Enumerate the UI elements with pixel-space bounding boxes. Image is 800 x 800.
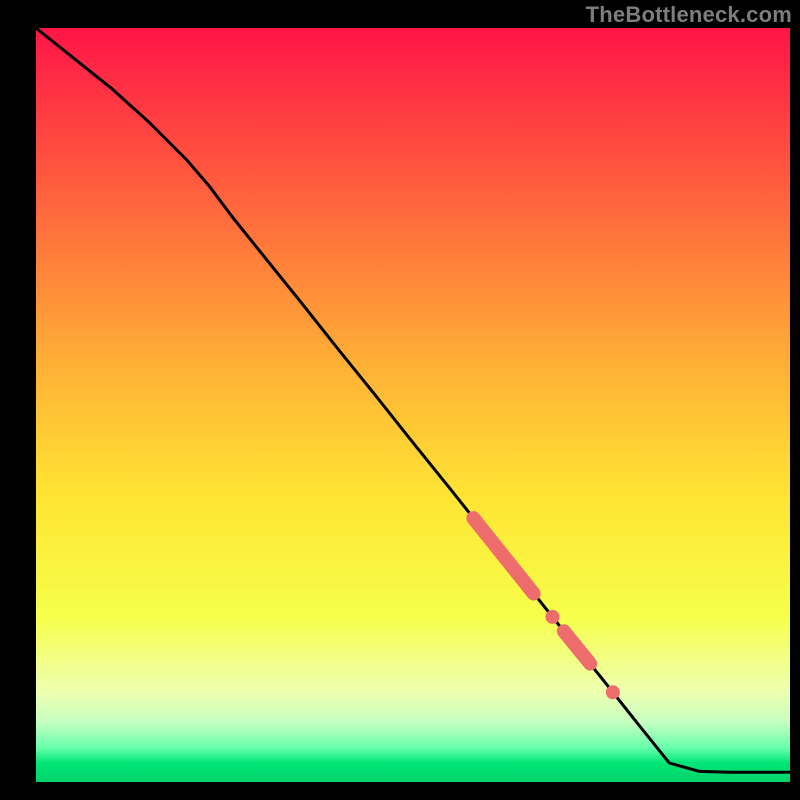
marker-dot-3: [606, 685, 620, 699]
gradient-chart: [0, 0, 800, 800]
chart-frame: { "watermark": "TheBottleneck.com", "col…: [0, 0, 800, 800]
plot-background: [36, 28, 790, 782]
marker-dot-1: [545, 610, 559, 624]
